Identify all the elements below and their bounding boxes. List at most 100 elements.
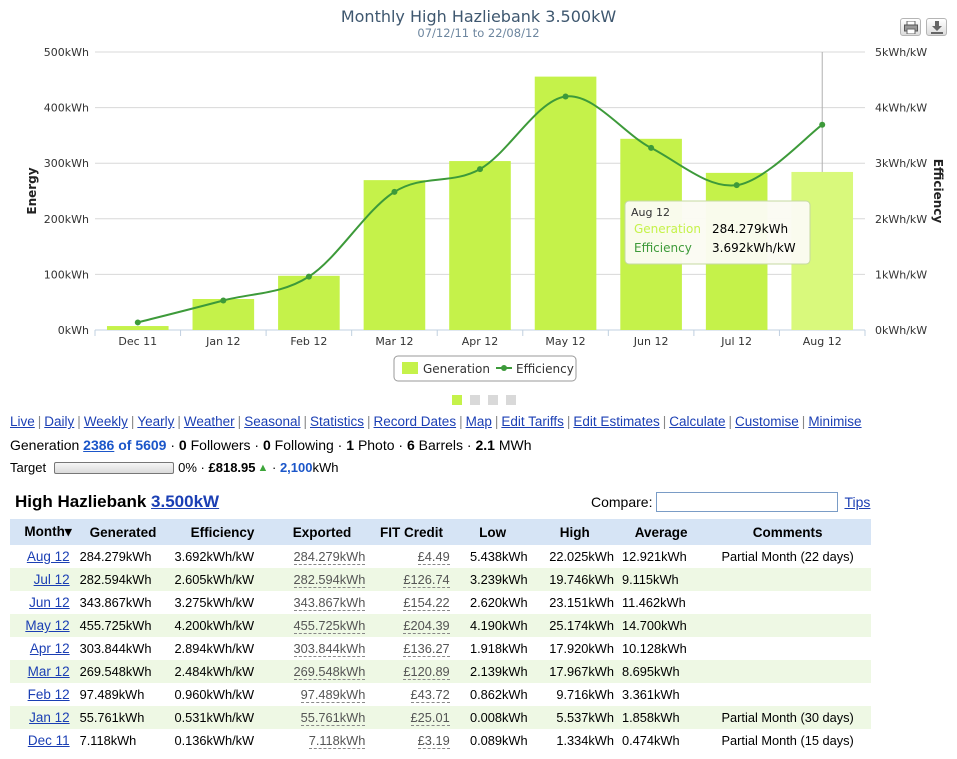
tooltip-eff-label: Efficiency — [634, 241, 692, 255]
fit-credit-value: £126.74 — [403, 572, 450, 588]
x-tick-label: Jun 12 — [633, 335, 669, 348]
cell-high: 19.746kWh — [531, 568, 618, 591]
efficiency-point — [819, 121, 826, 128]
exported-value: 282.594kWh — [293, 572, 366, 588]
monthly-table: Month▾ Generated Efficiency Exported FIT Cre… — [10, 519, 871, 752]
cell-fit-credit: £4.49 — [369, 545, 454, 568]
tips-link[interactable]: Tips — [844, 494, 870, 510]
column-header-8: Comments — [704, 519, 871, 545]
efficiency-point — [134, 319, 141, 326]
cell-average: 11.462kWh — [617, 591, 705, 614]
cell-high: 17.920kWh — [531, 637, 618, 660]
chart-title: Monthly High Hazliebank 3.500kW — [341, 7, 617, 26]
nav-link-weekly[interactable]: Weekly — [84, 414, 128, 429]
cell-comments — [704, 591, 871, 614]
month-link[interactable]: May 12 — [25, 618, 69, 633]
month-link[interactable]: Aug 12 — [27, 549, 70, 564]
nav-link-edit-estimates[interactable]: Edit Estimates — [573, 414, 659, 429]
month-link[interactable]: Jan 12 — [29, 710, 70, 725]
column-header-0[interactable]: Month▾ — [10, 519, 76, 545]
followers-count: 0 — [178, 437, 187, 453]
column-header-5: Low — [453, 519, 532, 545]
cell-comments — [704, 568, 871, 591]
nav-link-edit-tariffs[interactable]: Edit Tariffs — [501, 414, 564, 429]
month-link[interactable]: Feb 12 — [28, 687, 70, 702]
cell-generated: 455.725kWh — [75, 614, 171, 637]
nav-separator: | — [801, 414, 806, 429]
barrels-count: 6 — [406, 437, 415, 453]
export-button[interactable] — [926, 18, 947, 36]
fit-credit-value: £43.72 — [410, 687, 450, 703]
exported-value: 284.279kWh — [293, 549, 366, 565]
nav-separator: | — [303, 414, 307, 429]
cell-fit-credit: £120.89 — [369, 660, 454, 683]
nav-link-weather[interactable]: Weather — [184, 414, 235, 429]
nav-separator: | — [662, 414, 667, 429]
generation-bar — [106, 326, 169, 330]
nav-link-statistics[interactable]: Statistics — [310, 414, 364, 429]
cell-generated: 97.489kWh — [75, 683, 171, 706]
month-link[interactable]: Apr 12 — [30, 641, 70, 656]
nav-link-daily[interactable]: Daily — [44, 414, 74, 429]
nav-separator: | — [566, 414, 571, 429]
pager-dot-1[interactable] — [452, 395, 462, 405]
nav-link-map[interactable]: Map — [466, 414, 492, 429]
cell-comments: Partial Month (15 days) — [704, 729, 871, 752]
photos-count: 1 — [346, 437, 355, 453]
cell-average: 3.361kWh — [617, 683, 705, 706]
month-link[interactable]: Dec 11 — [28, 733, 70, 748]
month-link[interactable]: Jul 12 — [34, 572, 70, 587]
up-arrow-icon: ▲ — [257, 461, 269, 474]
cell-efficiency: 0.960kWh/kW — [170, 683, 275, 706]
cell-comments — [704, 637, 871, 660]
pager-dot-3[interactable] — [488, 395, 498, 405]
cell-average: 1.858kWh — [617, 706, 705, 729]
generation-bar — [534, 76, 597, 330]
cell-fit-credit: £25.01 — [369, 706, 454, 729]
cell-month: Apr 12 — [10, 637, 76, 660]
site-size-link[interactable]: 3.500kW — [151, 492, 219, 511]
cell-average: 10.128kWh — [617, 637, 705, 660]
cell-low: 0.089kWh — [453, 729, 532, 752]
tooltip-header: Aug 12 — [631, 206, 670, 219]
efficiency-point — [477, 166, 483, 173]
table-row: Apr 12 303.844kWh 2.894kWh/kW 303.844kWh £13… — [10, 637, 871, 660]
cell-exported: 303.844kWh — [274, 637, 370, 660]
cell-fit-credit: £136.27 — [369, 637, 454, 660]
table-row: Jun 12 343.867kWh 3.275kWh/kW 343.867kWh £15… — [10, 591, 871, 614]
column-header-1: Generated — [75, 519, 171, 545]
cell-efficiency: 2.894kWh/kW — [170, 637, 275, 660]
generation-chart: Monthly High Hazliebank 3.500kW07/12/11 … — [25, 7, 945, 382]
print-button[interactable] — [900, 18, 921, 36]
x-tick-label: Mar 12 — [375, 335, 413, 348]
nav-link-minimise[interactable]: Minimise — [808, 414, 861, 429]
nav-link-record-dates[interactable]: Record Dates — [374, 414, 457, 429]
pager-dot-4[interactable] — [506, 395, 516, 405]
pager-dot-2[interactable] — [470, 395, 480, 405]
nav-link-yearly[interactable]: Yearly — [137, 414, 174, 429]
generation-label: Generation — [10, 437, 80, 453]
compare-input[interactable] — [656, 492, 839, 512]
nav-link-seasonal[interactable]: Seasonal — [244, 414, 300, 429]
fit-credit-value: £154.22 — [403, 595, 450, 611]
x-tick-label: Feb 12 — [290, 335, 327, 348]
generation-rank-link[interactable]: 2386 — [83, 437, 114, 453]
x-tick-label: May 12 — [545, 335, 585, 348]
nav-link-live[interactable]: Live — [10, 414, 35, 429]
photos-label: Photo — [357, 437, 395, 453]
cell-high: 17.967kWh — [531, 660, 618, 683]
month-link[interactable]: Mar 12 — [28, 664, 70, 679]
cell-month: Jul 12 — [10, 568, 76, 591]
nav-link-calculate[interactable]: Calculate — [669, 414, 725, 429]
cell-fit-credit: £43.72 — [369, 683, 454, 706]
y2-axis-label: Efficiency — [931, 159, 945, 224]
nav-link-customise[interactable]: Customise — [735, 414, 799, 429]
column-header-2: Efficiency — [170, 519, 275, 545]
target-summary: Target 0% · £818.95 ▲ · 2,100 kWh — [10, 460, 339, 475]
generation-total: of 5609 — [118, 437, 167, 453]
cell-month: Aug 12 — [10, 545, 76, 568]
generation-bar — [192, 298, 255, 330]
view-nav: Live | Daily | Weekly | Yearly | Weather | Seasona… — [10, 414, 862, 429]
month-link[interactable]: Jun 12 — [29, 595, 70, 610]
efficiency-point — [391, 188, 398, 195]
